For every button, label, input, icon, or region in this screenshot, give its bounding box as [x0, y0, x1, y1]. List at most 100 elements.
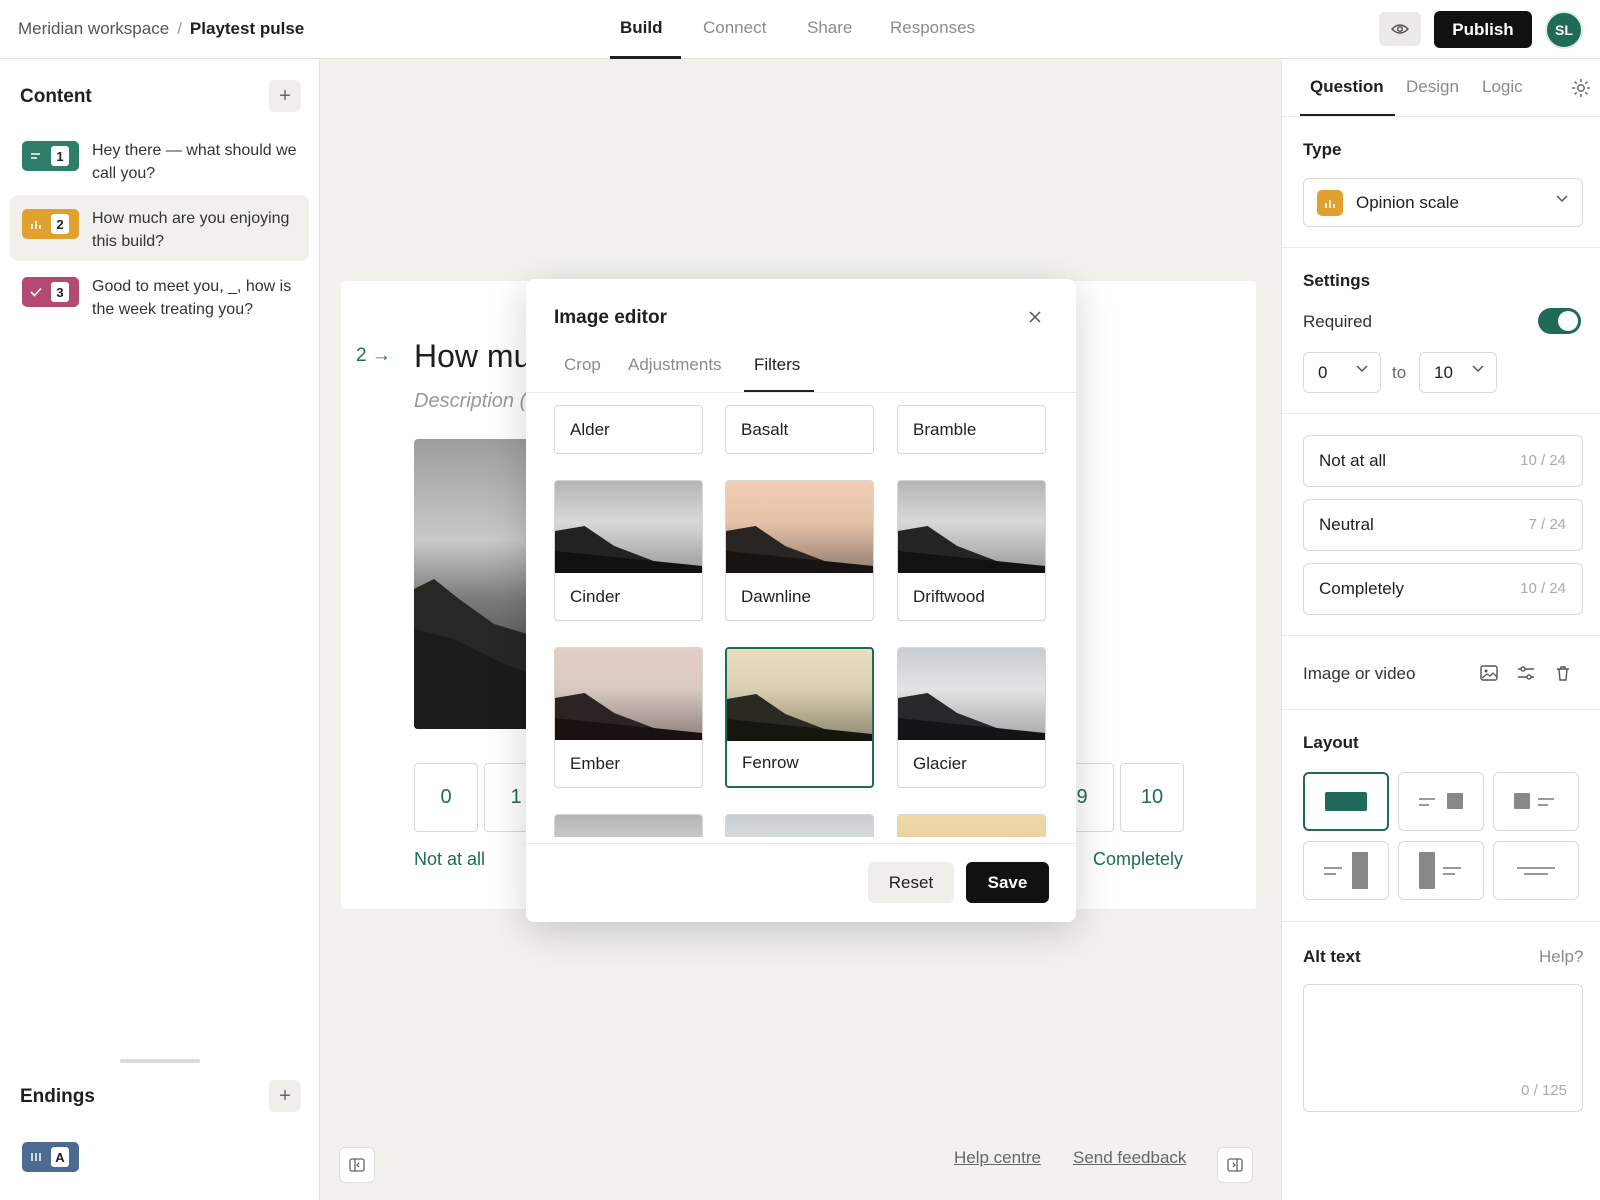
- modal-tab-crop[interactable]: Crop: [564, 355, 601, 375]
- breadcrumb-form[interactable]: Playtest pulse: [190, 19, 304, 39]
- filter-option[interactable]: Bramble: [897, 405, 1046, 454]
- tab-connect[interactable]: Connect: [703, 18, 766, 38]
- filter-card-cinder[interactable]: Cinder: [554, 480, 703, 621]
- modal-tab-adjustments[interactable]: Adjustments: [628, 355, 722, 375]
- image-icon[interactable]: [1479, 663, 1499, 683]
- alt-text-help-link[interactable]: Help?: [1539, 947, 1583, 967]
- question-text: Good to meet you, _, how is the week tre…: [92, 278, 292, 318]
- filter-option[interactable]: Alder: [554, 405, 703, 454]
- breadcrumb-workspace[interactable]: Meridian workspace: [18, 19, 169, 39]
- filter-card[interactable]: [725, 814, 874, 837]
- filter-thumbnail: [726, 481, 873, 573]
- scale-label-left: Not at all: [414, 849, 486, 869]
- question-item-2[interactable]: 2 How much are you enjoying this build?: [10, 195, 309, 261]
- panel-resize-handle[interactable]: [120, 1059, 200, 1063]
- filter-grid[interactable]: Alder Basalt Bramble Cinder Dawnline Dri…: [526, 393, 1076, 837]
- scale-option-0[interactable]: 0: [414, 763, 478, 832]
- required-label: Required: [1303, 312, 1372, 331]
- layout-option-split-left[interactable]: [1398, 841, 1484, 900]
- filter-card-driftwood[interactable]: Driftwood: [897, 480, 1046, 621]
- tab-logic[interactable]: Logic: [1482, 77, 1523, 97]
- send-feedback-link[interactable]: Send feedback: [1073, 1148, 1186, 1168]
- filter-option[interactable]: Basalt: [725, 405, 874, 454]
- filter-label: Ember: [570, 754, 621, 773]
- panel-left-icon: [349, 1158, 365, 1172]
- filter-card-ember[interactable]: Ember: [554, 647, 703, 788]
- modal-tab-filters[interactable]: Filters: [754, 355, 800, 375]
- save-button[interactable]: Save: [966, 862, 1049, 903]
- top-bar: Meridian workspace / Playtest pulse Buil…: [0, 0, 1600, 59]
- panel-right-icon: [1227, 1158, 1243, 1172]
- avatar[interactable]: SL: [1545, 11, 1583, 49]
- right-panel: Question Design Logic Type Opinion scale…: [1281, 59, 1600, 1200]
- tab-question[interactable]: Question: [1310, 77, 1384, 97]
- filter-label: Cinder: [570, 587, 621, 606]
- tab-responses[interactable]: Responses: [890, 18, 975, 38]
- tab-design[interactable]: Design: [1406, 77, 1459, 97]
- divider: [1282, 709, 1600, 710]
- required-toggle[interactable]: [1538, 308, 1581, 334]
- alt-text-input[interactable]: 0 / 125: [1303, 984, 1583, 1112]
- gear-icon[interactable]: [1570, 77, 1592, 99]
- close-button[interactable]: [1023, 305, 1047, 329]
- filter-thumbnail: [555, 481, 702, 573]
- scale-label-text: Neutral: [1319, 515, 1374, 534]
- question-item-3[interactable]: 3 Good to meet you, _, how is the week t…: [10, 263, 309, 329]
- layout-option-right-image[interactable]: [1398, 772, 1484, 831]
- filter-card-glacier[interactable]: Glacier: [897, 647, 1046, 788]
- filter-card-fenrow[interactable]: Fenrow: [725, 647, 874, 788]
- arrow-right-icon: →: [371, 345, 391, 366]
- layout-option-text-only[interactable]: [1493, 841, 1579, 900]
- add-ending-button[interactable]: +: [269, 1080, 301, 1112]
- left-sidebar: Content + 1 Hey there — what should we c…: [0, 59, 320, 1200]
- question-description[interactable]: Description (: [414, 390, 526, 413]
- publish-button[interactable]: Publish: [1434, 11, 1532, 48]
- trash-icon[interactable]: [1553, 663, 1573, 683]
- help-centre-link[interactable]: Help centre: [954, 1148, 1041, 1168]
- content-heading: Content: [20, 86, 92, 107]
- divider: [526, 843, 1076, 844]
- char-count: 0 / 125: [1521, 1082, 1567, 1099]
- char-count: 10 / 24: [1520, 580, 1566, 597]
- divider: [1282, 635, 1600, 636]
- question-title[interactable]: How mu: [414, 338, 531, 375]
- tab-build[interactable]: Build: [620, 18, 663, 38]
- question-number: 3: [51, 282, 69, 302]
- filter-card[interactable]: [897, 814, 1046, 837]
- plus-icon: +: [279, 1084, 291, 1107]
- layout-option-split-right[interactable]: [1303, 841, 1389, 900]
- scale-option-10[interactable]: 10: [1120, 763, 1184, 832]
- char-count: 7 / 24: [1528, 516, 1566, 533]
- sliders-icon[interactable]: [1516, 663, 1536, 683]
- layout-option-full[interactable]: [1303, 772, 1389, 831]
- add-question-button[interactable]: +: [269, 80, 301, 112]
- image-editor-modal: Image editor Crop Adjustments Filters Al…: [526, 279, 1076, 922]
- chevron-down-icon: [1356, 365, 1368, 373]
- layout-option-left-image[interactable]: [1493, 772, 1579, 831]
- reset-button[interactable]: Reset: [868, 862, 954, 903]
- collapse-right-panel-button[interactable]: [1217, 1147, 1253, 1183]
- check-icon: [29, 285, 43, 299]
- scale-label-field[interactable]: Not at all 10 / 24: [1303, 435, 1583, 487]
- question-text: How much are you enjoying this build?: [92, 210, 290, 250]
- tab-share[interactable]: Share: [807, 18, 852, 38]
- question-type-select[interactable]: Opinion scale: [1303, 178, 1583, 227]
- question-item-1[interactable]: 1 Hey there — what should we call you?: [10, 127, 309, 193]
- range-from-select[interactable]: 0: [1303, 352, 1381, 393]
- collapse-left-panel-button[interactable]: [339, 1147, 375, 1183]
- filter-thumbnail: [727, 649, 872, 741]
- chevron-down-icon: [1472, 365, 1484, 373]
- filter-card-dawnline[interactable]: Dawnline: [725, 480, 874, 621]
- scale-label-field[interactable]: Completely 10 / 24: [1303, 563, 1583, 615]
- ending-item-a[interactable]: A: [22, 1142, 79, 1172]
- range-from-value: 0: [1318, 362, 1328, 382]
- scale-label-field[interactable]: Neutral 7 / 24: [1303, 499, 1583, 551]
- filter-label: Dawnline: [741, 587, 811, 606]
- alt-text-heading: Alt text: [1303, 947, 1361, 966]
- filter-card[interactable]: [554, 814, 703, 837]
- filter-label: Fenrow: [742, 753, 799, 772]
- char-count: 10 / 24: [1520, 452, 1566, 469]
- preview-button[interactable]: [1379, 12, 1421, 46]
- question-image[interactable]: [414, 439, 544, 729]
- range-to-select[interactable]: 10: [1419, 352, 1497, 393]
